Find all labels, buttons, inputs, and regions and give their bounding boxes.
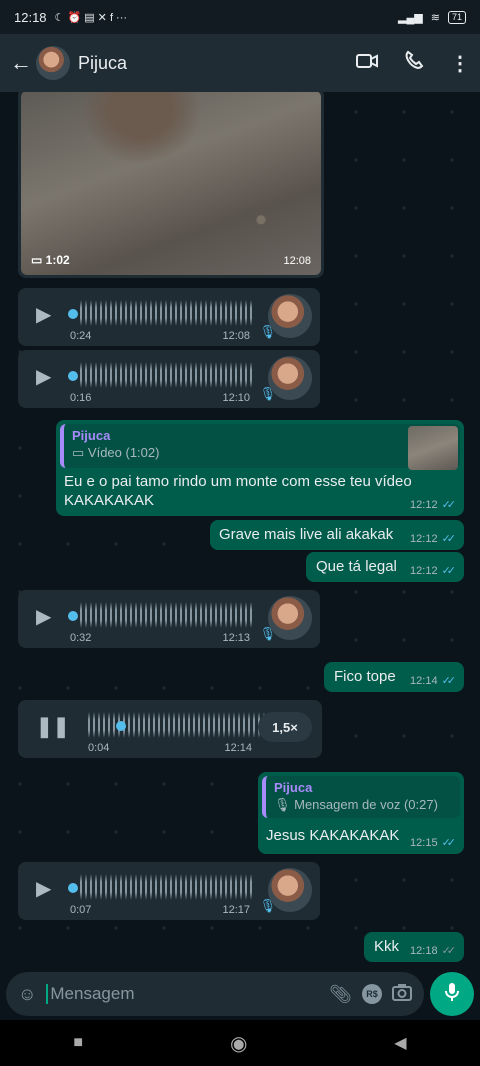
voice-duration: 0:24 — [70, 330, 92, 342]
voice-duration: 0:07 — [70, 904, 92, 916]
message-text: Jesus KAKAKAKAK — [266, 827, 400, 844]
mic-icon: 🎙︎ — [259, 324, 276, 339]
wifi-icon: ≋ — [430, 11, 440, 24]
play-icon[interactable]: ▶ — [36, 604, 51, 629]
waveform[interactable] — [80, 362, 252, 388]
progress-handle[interactable] — [68, 309, 78, 319]
emoji-icon[interactable]: ☺ — [18, 984, 36, 1005]
reply-message[interactable]: Pijuca ▭ Vídeo (1:02) Eu e o pai tamo ri… — [56, 420, 464, 516]
quoted-name: Pijuca — [274, 780, 313, 795]
waveform[interactable] — [80, 300, 252, 326]
video-thumbnail[interactable]: ▭ 1:02 12:08 — [21, 92, 321, 275]
read-ticks-icon: ✓✓ — [441, 533, 457, 545]
text-message[interactable]: Fico tope 12:14 ✓✓ — [324, 662, 464, 692]
read-ticks-icon: ✓✓ — [441, 565, 457, 577]
quoted-text: 🎙︎ Mensagem de voz (0:27) — [274, 797, 438, 812]
message-meta: 12:18 ✓✓ — [410, 944, 457, 958]
phone-icon[interactable] — [404, 50, 424, 76]
contact-avatar[interactable] — [36, 46, 70, 80]
camera-icon[interactable] — [392, 983, 412, 1006]
voice-message[interactable]: ▶ 0:24 12:08 🎙︎ — [18, 288, 320, 346]
play-icon[interactable]: ▶ — [36, 876, 51, 901]
message-text: Grave mais live ali akakak — [219, 526, 394, 543]
message-meta: 12:12 ✓✓ — [410, 564, 457, 578]
voice-duration: 0:32 — [70, 632, 92, 644]
video-camera-icon[interactable] — [356, 52, 378, 75]
home-icon[interactable]: ◉ — [230, 1031, 247, 1056]
composer: ☺ Mensagem 📎︎ R$ — [0, 968, 480, 1020]
delivered-ticks-icon: ✓✓ — [441, 945, 457, 957]
progress-handle[interactable] — [68, 611, 78, 621]
status-bar: 12:18 ☾ ⏰ ▤ ✕ f ··· ▂▄▆ ≋ 71 — [0, 0, 480, 34]
voice-message[interactable]: ▶ 0:32 12:13 🎙︎ — [18, 590, 320, 648]
payment-icon[interactable]: R$ — [362, 984, 382, 1004]
back-icon[interactable]: ◀ — [394, 1033, 406, 1053]
voice-record-button[interactable] — [430, 972, 474, 1016]
message-input[interactable]: ☺ Mensagem 📎︎ R$ — [6, 972, 424, 1016]
message-time: 12:17 — [222, 904, 250, 916]
waveform[interactable] — [80, 602, 252, 628]
message-time: 12:08 — [222, 330, 250, 342]
voice-duration: 0:16 — [70, 392, 92, 404]
quoted-message[interactable]: Pijuca 🎙︎ Mensagem de voz (0:27) — [262, 776, 460, 818]
chat-header: ← Pijuca ⋮ — [0, 34, 480, 92]
battery-icon: 71 — [447, 10, 466, 24]
progress-handle[interactable] — [116, 721, 126, 731]
message-text: Que tá legal — [316, 558, 397, 575]
read-ticks-icon: ✓✓ — [441, 837, 457, 849]
message-list[interactable]: ▭ 1:02 12:08 ▶ 0:24 12:08 🎙︎ ▶ 0:16 12:1… — [0, 92, 480, 968]
voice-message[interactable]: ▶ 0:07 12:17 🎙︎ — [18, 862, 320, 920]
message-meta: 12:14 ✓✓ — [410, 674, 457, 688]
arrow-left-icon[interactable]: ← — [10, 50, 32, 76]
progress-handle[interactable] — [68, 883, 78, 893]
message-time: 12:14 — [224, 742, 252, 754]
quoted-text: ▭ Vídeo (1:02) — [72, 445, 160, 460]
more-vertical-icon[interactable]: ⋮ — [450, 51, 470, 76]
message-meta: 12:12 ✓✓ — [410, 498, 457, 512]
voice-message-playing[interactable]: ❚❚ 0:04 12:14 1,5× — [18, 700, 322, 758]
message-text: Fico tope — [334, 668, 396, 685]
mic-icon — [445, 982, 459, 1007]
waveform[interactable] — [88, 712, 266, 738]
play-icon[interactable]: ▶ — [36, 364, 51, 389]
quoted-name: Pijuca — [72, 428, 111, 443]
text-message[interactable]: Kkk 12:18 ✓✓ — [364, 932, 464, 962]
mic-icon: 🎙︎ — [259, 626, 276, 641]
video-duration: ▭ 1:02 — [31, 253, 70, 267]
message-meta: 12:15 ✓✓ — [410, 836, 457, 850]
status-icons: ☾ ⏰ ▤ ✕ f ··· — [54, 11, 128, 24]
waveform[interactable] — [80, 874, 252, 900]
attach-icon[interactable]: 📎︎ — [329, 984, 352, 1005]
whatsapp-chat-screen: 12:18 ☾ ⏰ ▤ ✕ f ··· ▂▄▆ ≋ 71 ← Pijuca ⋮ … — [0, 0, 480, 1066]
reply-message[interactable]: Pijuca 🎙︎ Mensagem de voz (0:27) Jesus K… — [258, 772, 464, 854]
message-text: Eu e o pai tamo rindo um monte com esse … — [64, 473, 412, 509]
read-ticks-icon: ✓✓ — [441, 499, 457, 511]
contact-name[interactable]: Pijuca — [78, 53, 127, 74]
status-time: 12:18 — [14, 9, 47, 25]
play-icon[interactable]: ▶ — [36, 302, 51, 327]
progress-handle[interactable] — [68, 371, 78, 381]
message-time: 12:10 — [222, 392, 250, 404]
voice-duration: 0:04 — [88, 742, 110, 754]
read-ticks-icon: ✓✓ — [441, 675, 457, 687]
message-time: 12:08 — [283, 255, 311, 267]
playback-speed-button[interactable]: 1,5× — [258, 712, 312, 742]
signal-icon: ▂▄▆ — [398, 11, 423, 24]
mic-icon: 🎙︎ — [259, 386, 276, 401]
message-time: 12:13 — [222, 632, 250, 644]
text-message[interactable]: Grave mais live ali akakak 12:12 ✓✓ — [210, 520, 464, 550]
voice-message[interactable]: ▶ 0:16 12:10 🎙︎ — [18, 350, 320, 408]
recents-icon[interactable]: ■ — [73, 1034, 83, 1052]
video-message[interactable]: ▭ 1:02 12:08 — [18, 92, 324, 278]
pause-icon[interactable]: ❚❚ — [36, 714, 70, 739]
mic-icon: 🎙︎ — [259, 898, 276, 913]
quoted-message[interactable]: Pijuca ▭ Vídeo (1:02) — [60, 424, 460, 470]
message-text: Kkk — [374, 938, 400, 955]
quoted-thumbnail — [408, 426, 458, 470]
message-meta: 12:12 ✓✓ — [410, 532, 457, 546]
message-placeholder[interactable]: Mensagem — [46, 984, 319, 1004]
text-message[interactable]: Que tá legal 12:12 ✓✓ — [306, 552, 464, 582]
system-navigation-bar: ■ ◉ ◀ — [0, 1020, 480, 1066]
